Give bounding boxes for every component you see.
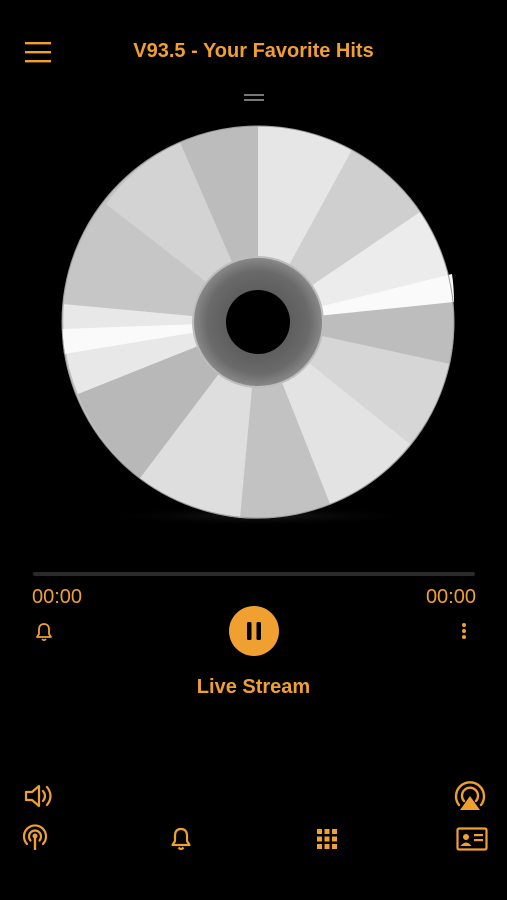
play-pause-button[interactable] [229, 606, 279, 656]
bell-icon[interactable] [34, 622, 54, 642]
grid-icon[interactable] [315, 827, 339, 851]
drag-handle-icon[interactable] [244, 90, 264, 101]
stream-label: Live Stream [196, 676, 311, 698]
duration-time: 00:00 [425, 586, 476, 608]
notifications-bell-icon[interactable] [168, 826, 194, 852]
station-title: V93.5 - Your Favorite Hits [133, 40, 374, 62]
hamburger-menu-icon[interactable] [24, 38, 52, 66]
broadcast-icon[interactable] [20, 823, 50, 853]
speaker-volume-icon[interactable] [22, 780, 56, 812]
cd-disc-artwork [60, 124, 456, 526]
more-vertical-icon[interactable] [454, 620, 474, 642]
contact-card-icon[interactable] [456, 826, 488, 852]
elapsed-time: 00:00 [32, 586, 83, 608]
progress-bar[interactable] [33, 572, 475, 576]
airplay-icon[interactable] [452, 778, 488, 814]
pause-icon [247, 622, 261, 640]
